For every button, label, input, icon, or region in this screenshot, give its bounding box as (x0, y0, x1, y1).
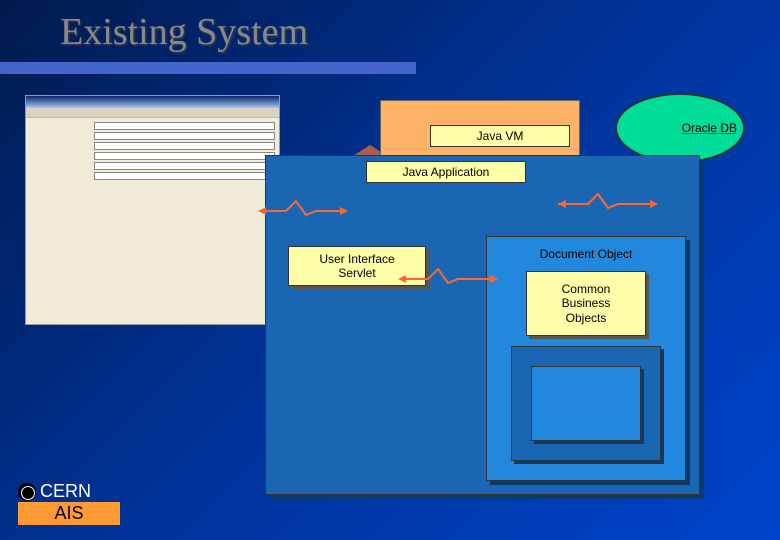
java-vm-box: Java VM (430, 125, 570, 147)
cern-icon (18, 483, 36, 501)
form-row (30, 162, 275, 170)
nested-object-outer (511, 346, 661, 461)
document-object-label: Document Object (540, 247, 633, 261)
ui-servlet-box: User InterfaceServlet (288, 246, 426, 286)
form-row (30, 132, 275, 140)
common-business-objects-box: CommonBusinessObjects (526, 271, 646, 336)
footer-cern-row: CERN (18, 481, 120, 502)
document-object-box: Document Object CommonBusinessObjects (486, 236, 686, 481)
oracle-db-ellipse: Oracle DB (615, 93, 745, 163)
slide-title: Existing System (60, 10, 308, 54)
java-application-label: Java Application (366, 161, 526, 183)
footer: CERN AIS (18, 481, 120, 525)
title-underline (0, 62, 416, 74)
form-row (30, 172, 275, 180)
form-row (30, 152, 275, 160)
browser-window-screenshot (25, 95, 280, 325)
browser-titlebar (26, 96, 279, 108)
java-application-box: Java Application User InterfaceServlet D… (265, 155, 700, 495)
nested-object-inner (531, 366, 641, 441)
footer-org-text: CERN (40, 481, 91, 502)
form-row (30, 122, 275, 130)
form-row (30, 142, 275, 150)
footer-dept-text: AIS (18, 502, 120, 525)
diagram-area: Java VM Oracle DB Java Application User … (0, 85, 780, 525)
browser-body (26, 118, 279, 186)
browser-toolbar (26, 108, 279, 118)
